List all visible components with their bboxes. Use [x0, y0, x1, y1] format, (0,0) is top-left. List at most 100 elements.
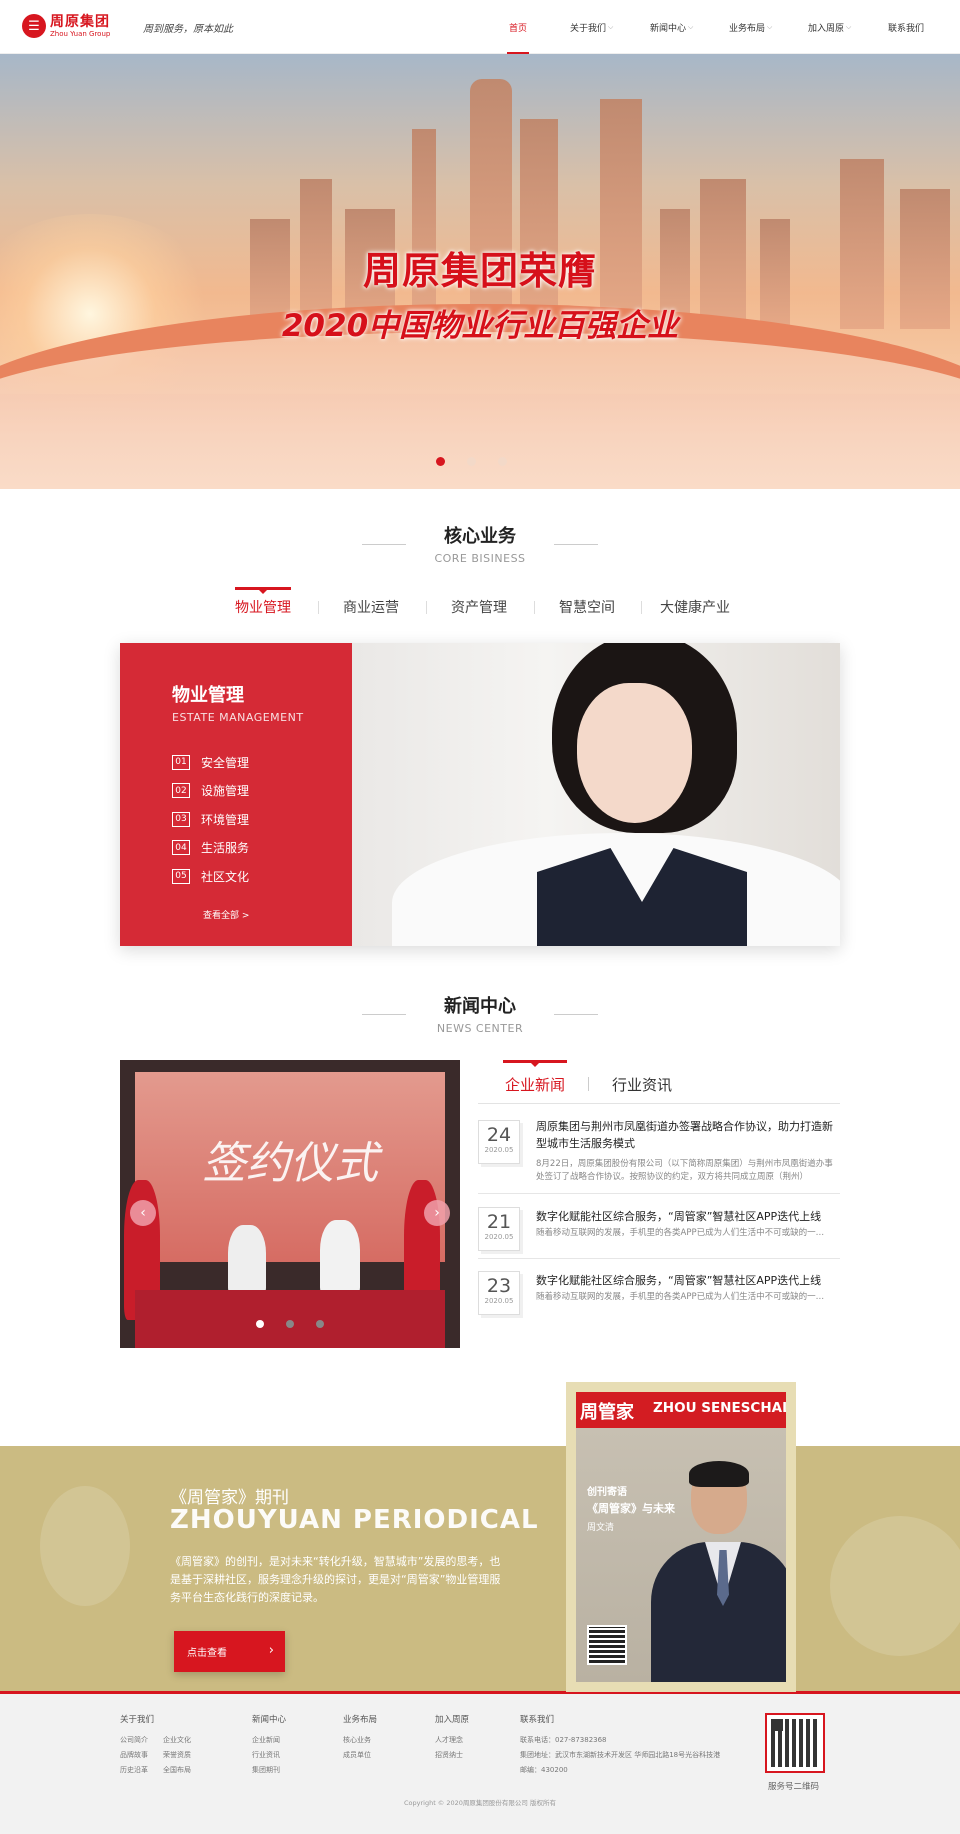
service-qr-code-icon — [765, 1713, 825, 1773]
periodical-description: 《周管家》的创刊，是对未来“转化升级，智慧城市”发展的思考，也是基于深耕社区，服… — [170, 1555, 501, 1604]
carousel-prev-icon[interactable]: ‹ — [130, 1200, 156, 1226]
nav-about[interactable]: 关于我们 ⌵ — [570, 0, 613, 54]
site-header: ☰ 周原集团 Zhou Yuan Group 周到服务，原本如此 首页 关于我们… — [0, 0, 960, 54]
news-carousel[interactable]: 签约仪式 ‹ › — [120, 1060, 460, 1348]
service-item[interactable]: 04 生活服务 — [172, 834, 352, 863]
chevron-right-icon: › — [268, 1643, 274, 1658]
news-item-title[interactable]: 周原集团与荆州市凤凰街道办签署战略合作协议，助力打造新型城市生活服务模式 — [536, 1118, 840, 1152]
news-dot-2[interactable] — [286, 1320, 294, 1328]
chevron-down-icon: ⌵ — [608, 22, 614, 31]
service-item[interactable]: 02 设施管理 — [172, 777, 352, 806]
hero-banner[interactable]: 周原集团荣膺 2020中国物业行业百强企业 — [0, 54, 960, 489]
logo-name: 周原集团 — [50, 13, 110, 30]
slogan: 周到服务，原本如此 — [143, 24, 233, 35]
service-item[interactable]: 01 安全管理 — [172, 748, 352, 777]
chevron-down-icon: ⌵ — [767, 22, 773, 31]
magazine-logo: 周管家 — [580, 1402, 634, 1423]
copyright: Copyright © 2020周原集团股份有限公司 版权所有 — [403, 1799, 556, 1807]
news-dot-1[interactable] — [256, 1320, 264, 1328]
footer-link[interactable]: 人才理念 — [435, 1735, 463, 1745]
news-carousel-pagination — [256, 1320, 324, 1328]
banner-dot-1[interactable] — [436, 457, 445, 466]
tab-smart-space[interactable]: 智慧空间 — [559, 597, 615, 617]
news-tabs: 企业新闻 行业资讯 — [478, 1060, 840, 1104]
footer-col-title[interactable]: 加入周原 — [435, 1713, 469, 1725]
footer-link[interactable]: 核心业务 — [343, 1735, 371, 1745]
footer-col-title[interactable]: 新闻中心 — [252, 1713, 286, 1725]
nav-home[interactable]: 首页 — [506, 0, 530, 54]
footer-col-title[interactable]: 关于我们 — [120, 1713, 154, 1725]
carousel-next-icon[interactable]: › — [424, 1200, 450, 1226]
magazine-cover[interactable]: 周管家 ZHOU SENESCHAL 创刊寄语 《周管家》与未来 周文清 — [566, 1382, 796, 1692]
logo-mark-icon: ☰ — [22, 14, 46, 38]
banner-title: 周原集团荣膺 — [362, 249, 597, 293]
logo[interactable]: ☰ 周原集团 Zhou Yuan Group — [22, 14, 110, 38]
view-all-link[interactable]: 查看全部 > — [203, 908, 249, 921]
news-item-title[interactable]: 数字化赋能社区综合服务，“周管家”智慧社区APP迭代上线 — [536, 1272, 840, 1289]
date-badge: 24 2020.05 — [478, 1120, 520, 1164]
banner-subtitle: 2020中国物业行业百强企业 — [281, 308, 679, 344]
nav-business[interactable]: 业务布局 ⌵ — [729, 0, 772, 54]
footer-col-title[interactable]: 联系我们 — [520, 1713, 554, 1725]
footer-link[interactable]: 企业文化 — [163, 1735, 191, 1745]
news-item[interactable]: 21 2020.05 数字化赋能社区综合服务，“周管家”智慧社区APP迭代上线 … — [478, 1207, 840, 1257]
core-title-en: CORE BISINESS — [434, 552, 526, 565]
panel-title-en: ESTATE MANAGEMENT — [172, 711, 304, 724]
news-item-title[interactable]: 数字化赋能社区综合服务，“周管家”智慧社区APP迭代上线 — [536, 1208, 840, 1225]
banner-pagination — [436, 457, 507, 466]
tab-health-industry[interactable]: 大健康产业 — [660, 597, 730, 617]
banner-dot-2[interactable] — [467, 457, 476, 466]
news-item[interactable]: 24 2020.05 周原集团与荆州市凤凰街道办签署战略合作协议，助力打造新型城… — [478, 1118, 840, 1182]
nav-contact[interactable]: 联系我们 — [888, 0, 924, 54]
footer-link[interactable]: 集团期刊 — [252, 1765, 280, 1775]
cover-portrait — [651, 1461, 786, 1682]
news-section-heading: 新闻中心 NEWS CENTER — [0, 992, 960, 1035]
logo-name-en: Zhou Yuan Group — [50, 29, 111, 38]
news-title: 新闻中心 — [444, 996, 516, 1017]
news-item-summary: 8月22日，周原集团股份有限公司（以下简称周原集团）与荆州市凤凰街道办事处签订了… — [536, 1159, 833, 1182]
magazine-title-en: ZHOU SENESCHAL — [653, 1400, 786, 1416]
view-periodical-button[interactable]: 点击查看 › — [174, 1631, 285, 1672]
footer-link[interactable]: 招贤纳士 — [435, 1750, 463, 1760]
date-badge: 21 2020.05 — [478, 1207, 520, 1251]
periodical-title-en: ZHOUYUAN PERIODICAL — [170, 1505, 539, 1535]
contact-phone: 联系电话：027-87382368 — [520, 1736, 607, 1744]
contact-postcode: 邮编：430200 — [520, 1766, 568, 1774]
service-item[interactable]: 05 社区文化 — [172, 862, 352, 891]
contact-address: 集团地址：武汉市东湖新技术开发区 华师园北路18号光谷科技港 — [520, 1751, 721, 1759]
core-panel: 物业管理 ESTATE MANAGEMENT 01 安全管理 02 设施管理 03 环… — [120, 643, 840, 946]
footer-col-title[interactable]: 业务布局 — [343, 1713, 377, 1725]
signing-ceremony-screen: 签约仪式 — [135, 1072, 445, 1262]
core-panel-menu: 物业管理 ESTATE MANAGEMENT 01 安全管理 02 设施管理 03 环… — [120, 643, 352, 946]
tab-company-news[interactable]: 企业新闻 — [502, 1060, 568, 1095]
core-title: 核心业务 — [444, 526, 516, 547]
tab-industry-news[interactable]: 行业资讯 — [612, 1074, 672, 1095]
news-item-summary: 随着移动互联网的发展，手机里的各类APP已成为人们生活中不可或缺的一… — [536, 1292, 825, 1302]
news-dot-3[interactable] — [316, 1320, 324, 1328]
chevron-down-icon: ⌵ — [846, 22, 852, 31]
qr-caption: 服务号二维码 — [768, 1782, 820, 1792]
service-item[interactable]: 03 环境管理 — [172, 805, 352, 834]
core-section-heading: 核心业务 CORE BISINESS — [0, 522, 960, 565]
chevron-down-icon: ⌵ — [688, 22, 694, 31]
nav-news[interactable]: 新闻中心 ⌵ — [650, 0, 693, 54]
footer-link[interactable]: 企业新闻 — [252, 1735, 280, 1745]
footer-link[interactable]: 荣誉资质 — [163, 1750, 191, 1760]
news-item[interactable]: 23 2020.05 数字化赋能社区综合服务，“周管家”智慧社区APP迭代上线 … — [478, 1271, 840, 1321]
footer-link[interactable]: 行业资讯 — [252, 1750, 280, 1760]
footer-link[interactable]: 历史沿革 — [120, 1765, 148, 1775]
tab-property-management[interactable]: 物业管理 — [235, 587, 291, 617]
panel-title: 物业管理 — [172, 685, 244, 706]
footer-link[interactable]: 成员单位 — [343, 1750, 371, 1760]
nav-join[interactable]: 加入周原 ⌵ — [808, 0, 851, 54]
banner-dot-3[interactable] — [498, 457, 507, 466]
core-tabs: 物业管理 商业运营 资产管理 智慧空间 大健康产业 — [0, 587, 960, 623]
date-badge: 23 2020.05 — [478, 1271, 520, 1315]
footer-link[interactable]: 公司简介 — [120, 1735, 148, 1745]
footer-link[interactable]: 全国布局 — [163, 1765, 191, 1775]
news-title-en: NEWS CENTER — [436, 1022, 524, 1035]
tab-asset-management[interactable]: 资产管理 — [451, 597, 507, 617]
tab-commercial-operation[interactable]: 商业运营 — [343, 597, 399, 617]
news-item-summary: 随着移动互联网的发展，手机里的各类APP已成为人们生活中不可或缺的一… — [536, 1228, 825, 1238]
footer-link[interactable]: 品牌故事 — [120, 1750, 148, 1760]
